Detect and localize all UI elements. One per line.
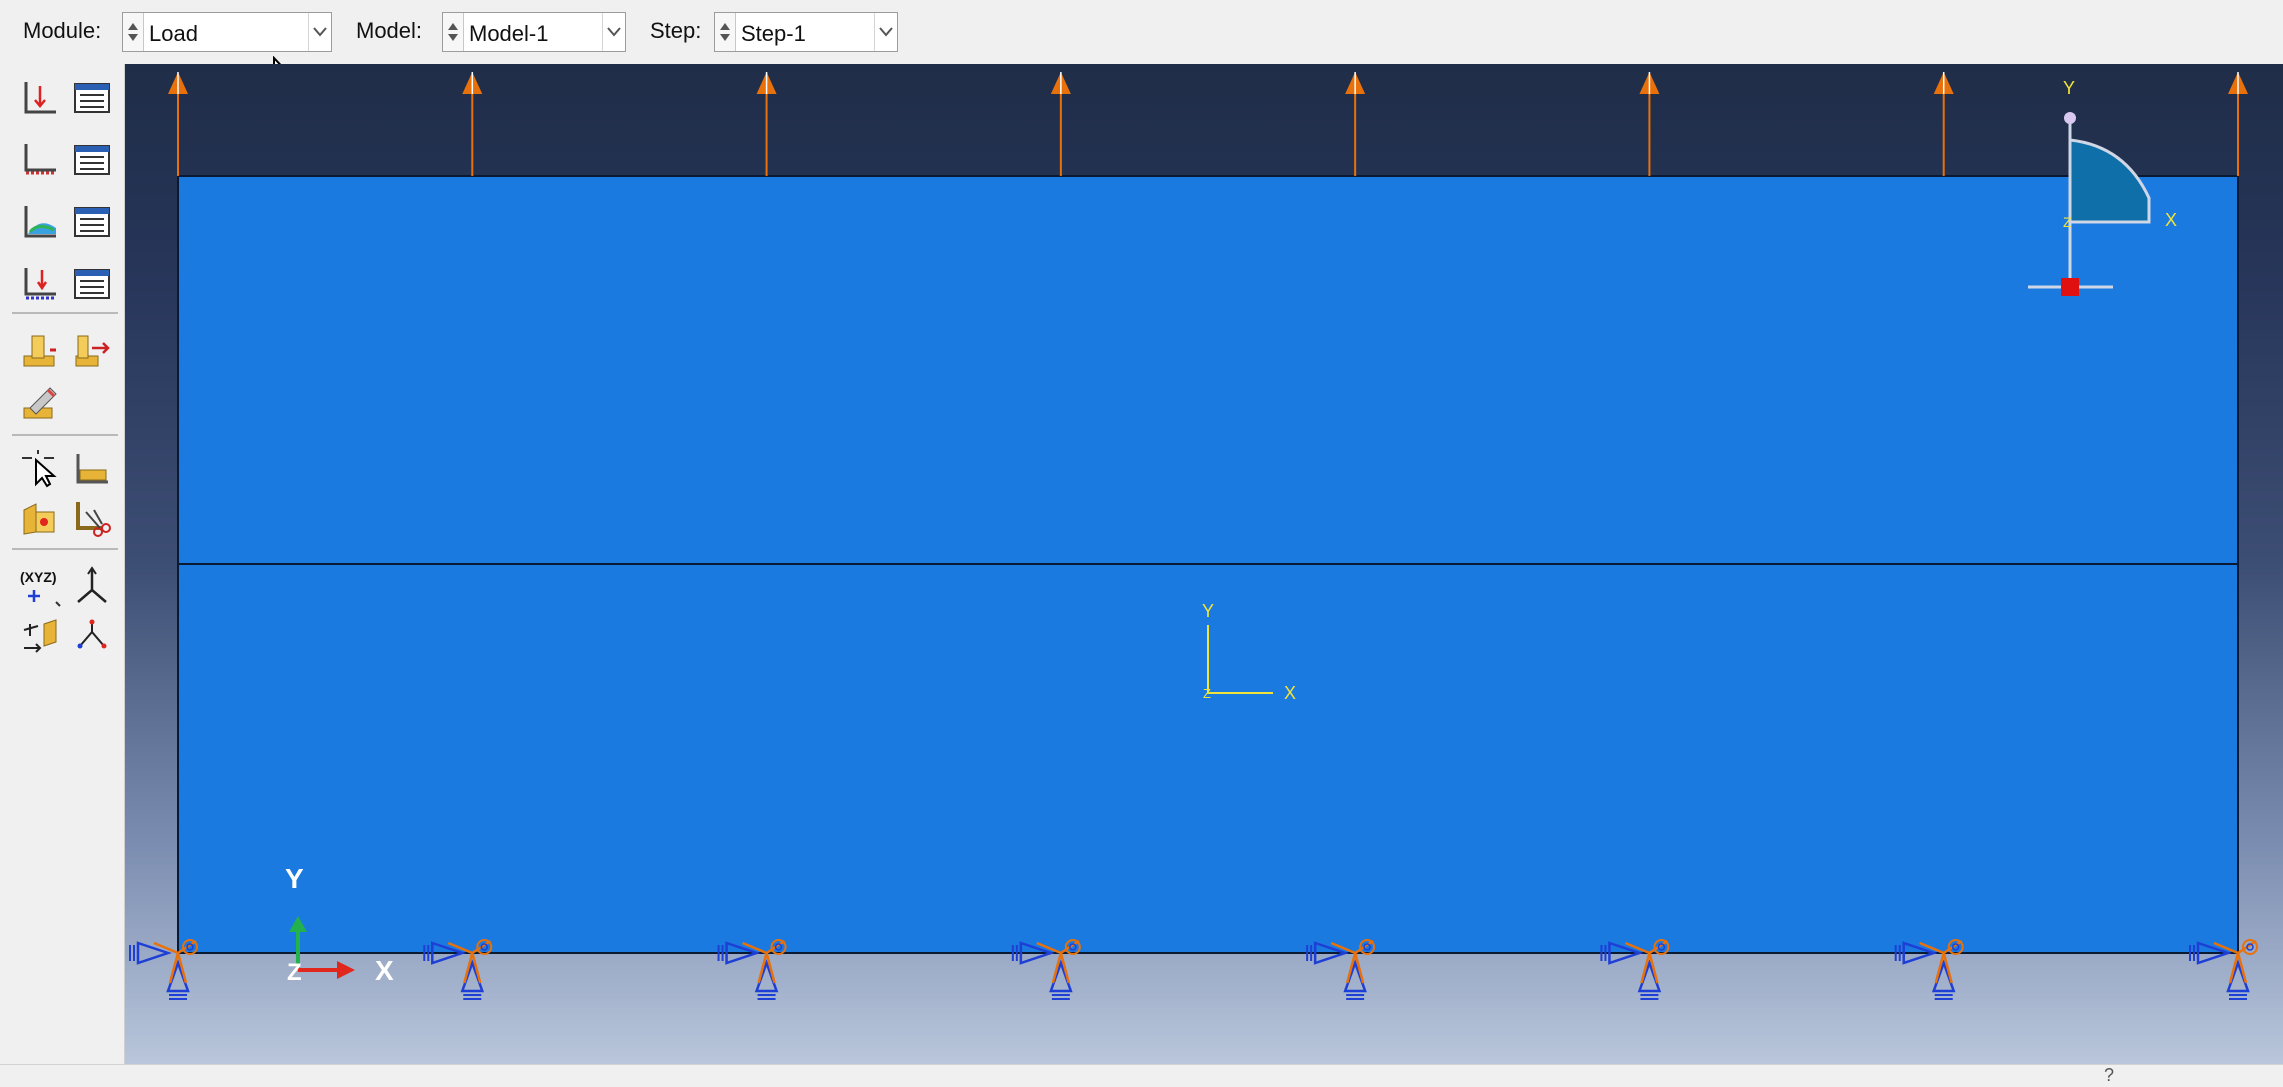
- load-arrow[interactable]: [1639, 72, 1660, 176]
- status-fragment: ?: [2104, 1065, 2115, 1085]
- triad-z-label: Z: [287, 959, 302, 986]
- datum-csys-x-label: X: [1284, 683, 1296, 703]
- bc-symbol[interactable]: [129, 939, 198, 1000]
- status-strip: ?: [0, 1064, 2283, 1087]
- partition-icon[interactable]: [72, 448, 112, 488]
- create-datum-csys-icon[interactable]: [72, 616, 112, 656]
- glyph-x-label: X: [2165, 210, 2177, 230]
- step-spinner[interactable]: [715, 13, 736, 51]
- create-predefined-field-icon[interactable]: [20, 202, 60, 242]
- surface-cut-icon[interactable]: [72, 498, 112, 538]
- step-combo[interactable]: Step-1: [714, 12, 898, 52]
- module-spinner[interactable]: [123, 13, 144, 51]
- chevron-down-icon[interactable]: [308, 13, 331, 51]
- create-bc-icon[interactable]: [20, 140, 60, 180]
- load-arrow[interactable]: [1933, 72, 1954, 176]
- create-special-icon[interactable]: [20, 330, 60, 370]
- context-bar: Module: Load Model: Model-1 Step: Step-1: [0, 0, 2283, 91]
- step-label: Step:: [650, 18, 702, 43]
- glyph-z-label: Z: [2063, 214, 2072, 230]
- module-label: Module:: [23, 18, 102, 43]
- model-spinner[interactable]: [443, 13, 464, 51]
- pressure-load[interactable]: [168, 72, 2248, 176]
- model-scene: Y X Z Y X Z Y X Z: [129, 72, 2258, 1000]
- create-datum-plane-icon[interactable]: [20, 616, 60, 656]
- load-manager-icon[interactable]: [72, 78, 112, 118]
- triad-x-label: X: [375, 955, 394, 986]
- load-case-manager-icon[interactable]: [72, 264, 112, 304]
- step-value: Step-1: [741, 21, 806, 46]
- module-combo[interactable]: Load: [122, 12, 332, 52]
- query-select-icon[interactable]: [20, 448, 60, 488]
- datum-csys-y-label: Y: [1202, 601, 1214, 621]
- model-label: Model:: [356, 18, 423, 43]
- glyph-y-label: Y: [2063, 78, 2075, 98]
- module-toolbox: (XYZ): [0, 64, 125, 1064]
- load-arrow[interactable]: [1345, 72, 1366, 176]
- chevron-down-icon[interactable]: [602, 13, 625, 51]
- predefined-field-manager-icon[interactable]: [72, 202, 112, 242]
- model-value: Model-1: [469, 21, 549, 46]
- toolbox-separator: [12, 312, 118, 314]
- create-datum-axis-icon[interactable]: [72, 566, 112, 606]
- triad-y-label: Y: [285, 863, 304, 894]
- model-combo[interactable]: Model-1: [442, 12, 626, 52]
- chevron-down-icon[interactable]: [874, 13, 897, 51]
- load-arrow[interactable]: [756, 72, 777, 176]
- create-load-case-icon[interactable]: [20, 264, 60, 304]
- special-move-icon[interactable]: [72, 330, 112, 370]
- create-datum-point-icon[interactable]: (XYZ): [16, 568, 64, 608]
- toolbox-separator: [12, 434, 118, 436]
- datum-point-text: (XYZ): [20, 569, 57, 585]
- bc-manager-icon[interactable]: [72, 140, 112, 180]
- load-arrow[interactable]: [2228, 72, 2248, 176]
- graphics-viewport[interactable]: Y X Z Y X Z Y X Z: [125, 64, 2283, 1064]
- set-assign-icon[interactable]: [20, 498, 60, 538]
- edit-special-icon[interactable]: [20, 382, 60, 422]
- toolbox-separator: [12, 548, 118, 550]
- load-arrow[interactable]: [168, 72, 188, 176]
- load-arrow[interactable]: [1050, 72, 1071, 176]
- create-load-icon[interactable]: [20, 78, 60, 118]
- module-value: Load: [149, 21, 198, 46]
- datum-csys-z-label: Z: [1203, 686, 1211, 701]
- load-arrow[interactable]: [462, 72, 483, 176]
